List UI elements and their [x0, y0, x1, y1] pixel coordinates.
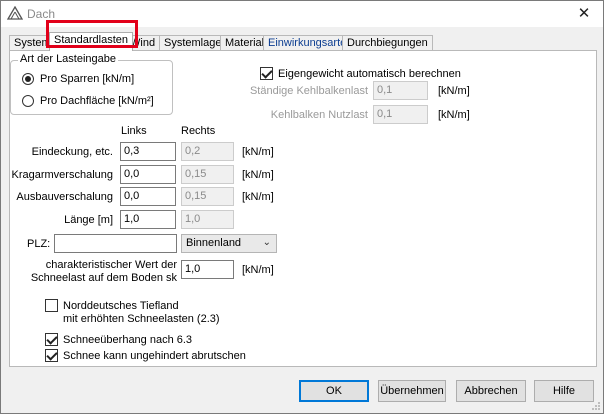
- row-label-eindeckung: Eindeckung, etc.: [31, 146, 113, 158]
- eindeckung-unit: [kN/m]: [242, 146, 274, 158]
- norddeutsches-tiefland-label-line2[interactable]: mit erhöhten Schneelasten (2.3): [63, 313, 220, 325]
- help-button[interactable]: Hilfe: [534, 380, 594, 402]
- self-weight-checkbox[interactable]: [260, 67, 273, 80]
- kragarm-unit: [kN/m]: [242, 169, 274, 181]
- eindeckung-rechts-input[interactable]: 0,2: [181, 142, 234, 161]
- ausbau-unit: [kN/m]: [242, 191, 274, 203]
- snow-load-unit: [kN/m]: [242, 264, 274, 276]
- tab-material[interactable]: Material: [220, 35, 270, 51]
- load-input-group-label: Art der Lasteingabe: [18, 53, 119, 65]
- snow-load-input[interactable]: 1,0: [181, 260, 234, 279]
- norddeutsches-tiefland-checkbox[interactable]: [45, 299, 58, 312]
- ok-button[interactable]: OK: [299, 380, 369, 402]
- plz-label: PLZ:: [27, 238, 51, 250]
- dialog-window: Dach ✕ System Standardlasten Wind System…: [0, 0, 604, 414]
- column-header-links: Links: [121, 125, 147, 137]
- eindeckung-links-input[interactable]: 0,3: [120, 142, 176, 161]
- radio-pro-dachflaeche-label[interactable]: Pro Dachfläche [kN/m²]: [40, 95, 154, 107]
- close-button[interactable]: ✕: [573, 4, 595, 24]
- schnee-abrutschen-label[interactable]: Schnee kann ungehindert abrutschen: [63, 350, 246, 362]
- radio-pro-dachflaeche[interactable]: [22, 95, 34, 107]
- snow-label-line2: Schneelast auf dem Boden sk: [30, 272, 177, 284]
- region-select-value: Binnenland: [186, 237, 242, 249]
- resize-grip-icon[interactable]: [591, 401, 601, 411]
- plz-input[interactable]: [54, 234, 177, 253]
- tab-durchbiegungen[interactable]: Durchbiegungen: [342, 35, 433, 51]
- cancel-button[interactable]: Abbrechen: [456, 380, 526, 402]
- window-title: Dach: [27, 7, 56, 21]
- roof-icon: [7, 6, 23, 20]
- row-label-kragarmverschalung: Kragarmverschalung: [11, 169, 114, 181]
- kragarm-links-input[interactable]: 0,0: [120, 165, 176, 184]
- kehlbalken-nutzlast-input[interactable]: 0,1: [373, 105, 428, 124]
- laenge-rechts-input[interactable]: 1,0: [181, 210, 234, 229]
- snow-label-line1: charakteristischer Wert der: [45, 259, 177, 271]
- radio-pro-sparren-label[interactable]: Pro Sparren [kN/m]: [40, 73, 134, 85]
- ausbau-links-input[interactable]: 0,0: [120, 187, 176, 206]
- highlight-box: [46, 20, 138, 48]
- kehlbalkenlast-input[interactable]: 0,1: [373, 81, 428, 100]
- norddeutsches-tiefland-label[interactable]: Norddeutsches Tiefland: [63, 300, 179, 312]
- column-header-rechts: Rechts: [181, 125, 216, 137]
- kragarm-rechts-input[interactable]: 0,15: [181, 165, 234, 184]
- laenge-links-input[interactable]: 1,0: [120, 210, 176, 229]
- apply-button[interactable]: Übernehmen: [378, 380, 446, 402]
- kehlbalken-nutzlast-label: Kehlbalken Nutzlast: [270, 109, 368, 121]
- schneeueberhang-checkbox[interactable]: [45, 333, 58, 346]
- row-label-laenge: Länge [m]: [64, 214, 113, 226]
- radio-pro-sparren[interactable]: [22, 73, 34, 85]
- row-label-ausbauverschalung: Ausbauverschalung: [16, 191, 113, 203]
- kehlbalkenlast-label: Ständige Kehlbalkenlast: [249, 85, 368, 97]
- kehlbalkenlast-unit: [kN/m]: [438, 85, 470, 97]
- self-weight-label[interactable]: Eigengewicht automatisch berechnen: [278, 68, 461, 80]
- kehlbalken-nutzlast-unit: [kN/m]: [438, 109, 470, 121]
- schneeueberhang-label[interactable]: Schneeüberhang nach 6.3: [63, 334, 192, 346]
- chevron-down-icon: ⌄: [262, 237, 271, 248]
- schnee-abrutschen-checkbox[interactable]: [45, 349, 58, 362]
- ausbau-rechts-input[interactable]: 0,15: [181, 187, 234, 206]
- region-select[interactable]: Binnenland ⌄: [181, 234, 277, 253]
